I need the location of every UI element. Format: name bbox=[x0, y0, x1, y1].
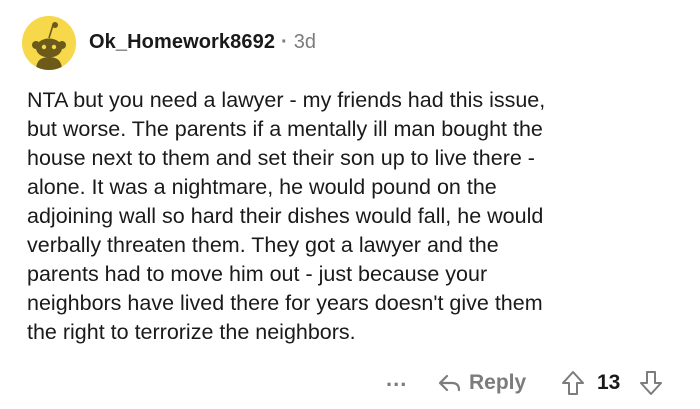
comment-actions: ... Reply 13 bbox=[0, 366, 700, 400]
comment-body-line: house next to them and set their son up … bbox=[27, 146, 535, 170]
comment-body-line: neighbors have lived there for years doe… bbox=[27, 291, 543, 315]
comment-body-line: parents had to move him out - just becau… bbox=[27, 262, 488, 286]
reply-button[interactable]: Reply bbox=[437, 366, 526, 400]
comment-body: NTA but you need a lawyer - my friends h… bbox=[27, 86, 687, 347]
downvote-arrow-icon[interactable] bbox=[639, 370, 663, 396]
upvote-arrow-icon[interactable] bbox=[561, 370, 585, 396]
snoo-avatar-icon bbox=[22, 16, 76, 70]
comment-age[interactable]: 3d bbox=[294, 31, 316, 53]
vote-count: 13 bbox=[597, 371, 621, 394]
comment-body-line: the right to terrorize the neighbors. bbox=[27, 320, 356, 344]
meta-separator: · bbox=[281, 31, 288, 53]
comment-meta: Ok_Homework8692 · 3d bbox=[89, 30, 316, 54]
reply-arrow-icon bbox=[438, 374, 461, 392]
comment-body-line: adjoining wall so hard their dishes woul… bbox=[27, 204, 544, 228]
more-options-button[interactable]: ... bbox=[386, 368, 407, 390]
comment-body-line: NTA but you need a lawyer - my friends h… bbox=[27, 88, 546, 112]
comment-body-line: verbally threaten them. They got a lawye… bbox=[27, 233, 499, 257]
reply-label: Reply bbox=[469, 371, 527, 394]
comment: Ok_Homework8692 · 3d NTA but you need a la… bbox=[0, 0, 700, 409]
comment-body-line: but worse. The parents if a mentally ill… bbox=[27, 117, 543, 141]
avatar-icon[interactable] bbox=[22, 16, 76, 70]
comment-body-line: alone. It was a nightmare, he would poun… bbox=[27, 175, 497, 199]
username[interactable]: Ok_Homework8692 bbox=[89, 31, 275, 53]
